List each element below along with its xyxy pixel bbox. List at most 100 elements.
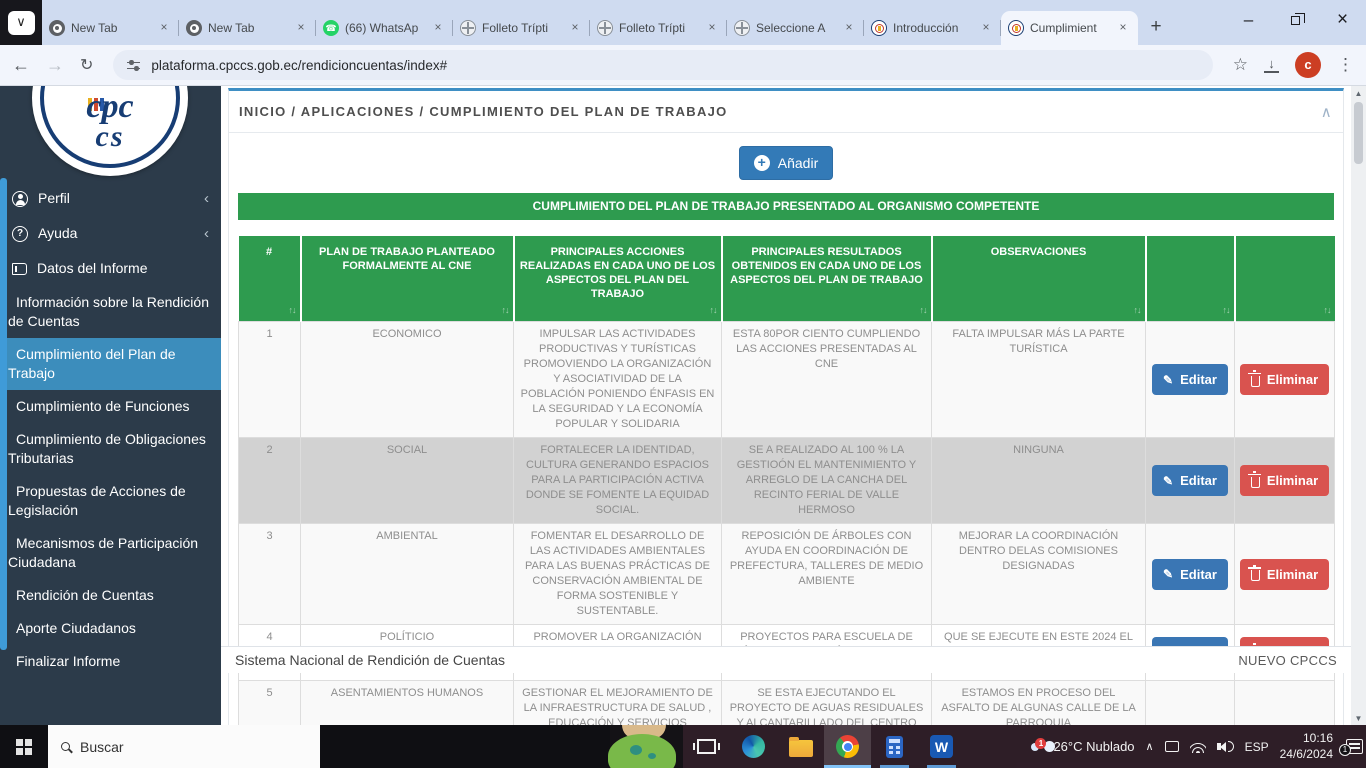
globe-icon <box>460 20 476 36</box>
browser-tab-folleto-1[interactable]: Folleto Trípti <box>453 11 590 45</box>
column-header-editar[interactable] <box>1146 236 1235 322</box>
close-icon[interactable] <box>156 20 172 36</box>
word-button[interactable] <box>918 725 965 768</box>
sort-icon[interactable] <box>920 303 927 317</box>
taskbar-search-input[interactable]: Buscar <box>48 725 320 768</box>
sidebar-item-datos-del-informe[interactable]: Datos del Informe <box>0 251 221 286</box>
wallpaper-shape <box>608 734 676 768</box>
edit-button[interactable]: Editar <box>1152 465 1228 496</box>
close-icon[interactable] <box>567 20 583 36</box>
volume-icon[interactable] <box>1217 741 1234 752</box>
chrome-icon <box>186 20 202 36</box>
wifi-icon[interactable] <box>1190 740 1206 753</box>
close-icon[interactable] <box>1115 20 1131 36</box>
file-explorer-button[interactable] <box>777 725 824 768</box>
scroll-up-icon[interactable] <box>1355 86 1363 100</box>
delete-button[interactable]: Eliminar <box>1240 465 1329 496</box>
browser-tab-whatsapp[interactable]: (66) WhatsAp <box>316 11 453 45</box>
sort-icon[interactable] <box>1324 303 1331 317</box>
close-window-button[interactable] <box>1319 0 1366 40</box>
column-header-plan[interactable]: PLAN DE TRABAJO PLANTEADO FORMALMENTE AL… <box>301 236 514 322</box>
browser-tab-seleccione[interactable]: Seleccione A <box>727 11 864 45</box>
sort-icon[interactable] <box>502 303 509 317</box>
cell-resultados: SE A REALIZADO AL 100 % LA GESTIOÓN EL M… <box>722 438 932 524</box>
sidebar-item-obligaciones-tributarias[interactable]: Cumplimiento de Obligaciones Tributarias <box>0 423 221 475</box>
back-button[interactable] <box>12 55 30 76</box>
cell-acciones: FOMENTAR EL DESARROLLO DE LAS ACTIVIDADE… <box>514 524 722 625</box>
sidebar: cpc cs Perfil Ayuda Datos del Informe In… <box>0 86 221 725</box>
breadcrumb[interactable]: INICIO / APLICACIONES / CUMPLIMIENTO DEL… <box>239 104 728 119</box>
device-icon[interactable] <box>1165 741 1179 752</box>
browser-menu-icon[interactable] <box>1337 55 1354 75</box>
sidebar-item-mecanismos-participacion[interactable]: Mecanismos de Participación Ciudadana <box>0 527 221 579</box>
question-icon <box>12 226 28 242</box>
edge-button[interactable] <box>730 725 777 768</box>
scrollbar-thumb[interactable] <box>1354 102 1363 164</box>
close-icon[interactable] <box>978 20 994 36</box>
add-button[interactable]: Añadir <box>739 146 833 180</box>
task-view-button[interactable] <box>683 725 730 768</box>
close-icon[interactable] <box>430 20 446 36</box>
sidebar-item-cumplimiento-plan-trabajo[interactable]: Cumplimiento del Plan de Trabajo <box>0 338 221 390</box>
column-header-eliminar[interactable] <box>1235 236 1335 322</box>
start-button[interactable] <box>0 725 48 768</box>
forward-button[interactable] <box>46 55 64 76</box>
sidebar-item-finalizar-informe[interactable]: Finalizar Informe <box>0 645 221 678</box>
url-text: plataforma.cpccs.gob.ec/rendicioncuentas… <box>151 58 447 73</box>
scroll-down-icon[interactable] <box>1355 711 1363 725</box>
sidebar-item-informacion-rendicion[interactable]: Información sobre la Rendición de Cuenta… <box>0 286 221 338</box>
sidebar-scrollbar[interactable] <box>0 178 7 650</box>
close-icon[interactable] <box>293 20 309 36</box>
chevron-down-icon[interactable] <box>8 11 35 35</box>
sort-icon[interactable] <box>1134 303 1141 317</box>
notification-center-icon[interactable]: 1 <box>1346 739 1363 754</box>
close-icon[interactable] <box>704 20 720 36</box>
calculator-button[interactable] <box>871 725 918 768</box>
tray-expand-icon[interactable] <box>1146 740 1154 753</box>
sidebar-item-ayuda[interactable]: Ayuda <box>0 216 221 251</box>
new-tab-button[interactable] <box>1142 14 1170 42</box>
sidebar-item-cumplimiento-funciones[interactable]: Cumplimiento de Funciones <box>0 390 221 423</box>
chrome-button-active[interactable] <box>824 725 871 768</box>
taskbar-app-icons <box>683 725 965 768</box>
column-header-resultados[interactable]: PRINCIPALES RESULTADOS OBTENIDOS EN CADA… <box>722 236 932 322</box>
delete-button[interactable]: Eliminar <box>1240 559 1329 590</box>
close-icon[interactable] <box>841 20 857 36</box>
profile-avatar[interactable]: c <box>1295 52 1321 78</box>
minimize-button[interactable] <box>1225 0 1272 40</box>
weather-text[interactable]: 26°C Nublado <box>1053 739 1134 754</box>
globe-icon <box>734 20 750 36</box>
browser-tab-new-tab-1[interactable]: New Tab <box>42 11 179 45</box>
sort-icon[interactable] <box>289 303 296 317</box>
collapse-panel-icon[interactable] <box>1321 103 1333 121</box>
taskbar-clock[interactable]: 10:16 24/6/2024 <box>1280 731 1333 762</box>
globe-icon <box>597 20 613 36</box>
bookmark-star-icon[interactable] <box>1233 55 1248 75</box>
site-settings-icon[interactable] <box>127 60 140 71</box>
page-scrollbar[interactable] <box>1351 86 1366 725</box>
column-header-num[interactable]: # <box>239 236 301 322</box>
sidebar-item-propuestas-legislacion[interactable]: Propuestas de Acciones de Legislación <box>0 475 221 527</box>
restore-button[interactable] <box>1272 0 1319 40</box>
browser-tab-cumplimiento-active[interactable]: Cumplimient <box>1001 11 1138 45</box>
browser-tab-new-tab-2[interactable]: New Tab <box>179 11 316 45</box>
delete-button[interactable]: Eliminar <box>1240 364 1329 395</box>
sort-icon[interactable] <box>710 303 717 317</box>
book-icon <box>12 263 27 275</box>
cell-acciones: GESTIONAR EL MEJORAMIENTO DE LA INFRAEST… <box>514 681 722 726</box>
sidebar-item-rendicion-cuentas[interactable]: Rendición de Cuentas <box>0 579 221 612</box>
browser-tab-introduccion[interactable]: Introducción <box>864 11 1001 45</box>
sidebar-item-perfil[interactable]: Perfil <box>0 181 221 216</box>
browser-tab-folleto-2[interactable]: Folleto Trípti <box>590 11 727 45</box>
url-bar[interactable]: plataforma.cpccs.gob.ec/rendicioncuentas… <box>113 50 1212 80</box>
sidebar-item-aporte-ciudadanos[interactable]: Aporte Ciudadanos <box>0 612 221 645</box>
column-header-observaciones[interactable]: OBSERVACIONES <box>932 236 1146 322</box>
edit-button[interactable]: Editar <box>1152 559 1228 590</box>
language-indicator[interactable]: ESP <box>1245 740 1269 754</box>
edit-button[interactable]: Editar <box>1152 364 1228 395</box>
reload-button[interactable] <box>80 55 93 75</box>
column-header-acciones[interactable]: PRINCIPALES ACCIONES REALIZADAS EN CADA … <box>514 236 722 322</box>
downloads-icon[interactable] <box>1264 58 1279 73</box>
sort-icon[interactable] <box>1223 303 1230 317</box>
folder-icon <box>789 740 813 757</box>
